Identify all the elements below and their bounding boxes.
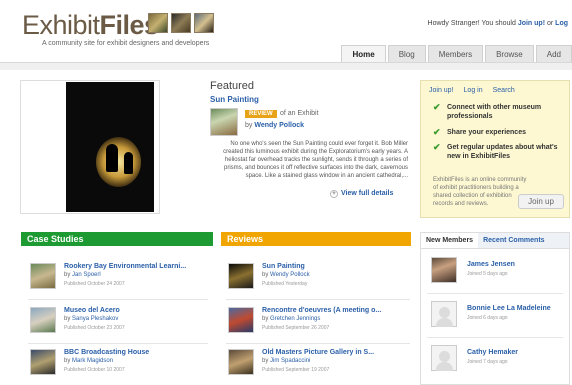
case-study-date: Published October 23 2007 (64, 325, 125, 331)
join-up-link[interactable]: Join up! (518, 20, 545, 27)
review-item[interactable]: Old Masters Picture Gallery in S... by J… (228, 349, 408, 385)
review-author[interactable]: Wendy Pollock (270, 272, 310, 278)
site-tagline: A community site for exhibit designers a… (42, 40, 210, 47)
logo-thumbnail-image (194, 13, 214, 33)
join-box-links: Join up! Log in Search (429, 87, 515, 94)
case-study-thumbnail[interactable] (30, 307, 56, 333)
logo-thumbnail-image (148, 13, 168, 33)
review-item[interactable]: Rencontre d'oeuvres (A meeting o... by G… (228, 307, 408, 345)
join-up-button[interactable]: Join up (518, 194, 564, 209)
member-item[interactable]: Cathy Hemaker Joined 7 days ago (431, 345, 567, 385)
log-in-link[interactable]: Log in (464, 87, 483, 94)
tab-blog[interactable]: Blog (387, 45, 426, 62)
members-panel-tabs: New Members Recent Comments (421, 233, 569, 249)
view-full-details-link[interactable]: + View full details (330, 190, 393, 198)
review-title[interactable]: Old Masters Picture Gallery in S... (262, 349, 374, 356)
tab-home[interactable]: Home (341, 45, 386, 62)
badge-suffix: of an Exhibit (280, 110, 319, 117)
featured-author-link[interactable]: Wendy Pollock (254, 122, 304, 129)
case-study-author[interactable]: Mark Magidson (72, 358, 113, 364)
member-name[interactable]: James Jensen (467, 261, 515, 268)
case-study-thumbnail[interactable] (30, 263, 56, 289)
case-study-item[interactable]: BBC Broadcasting House by Mark Magidson … (30, 349, 210, 385)
join-benefit-item: ✔ Get regular updates about what's new in… (433, 142, 558, 161)
featured-description: No one who's seen the Sun Painting could… (223, 141, 408, 179)
site-header: ExhibitFiles A community site for exhibi… (0, 0, 572, 62)
review-badge: REVIEW (245, 110, 277, 118)
member-item[interactable]: James Jensen Joined 5 days ago (431, 257, 567, 297)
review-date: Published Yesterday (262, 281, 308, 287)
search-link[interactable]: Search (493, 87, 515, 94)
join-benefit-item: ✔ Share your experiences (433, 127, 526, 137)
review-author[interactable]: Jim Spadaccini (270, 358, 310, 364)
members-panel: New Members Recent Comments James Jensen… (420, 232, 570, 385)
check-icon: ✔ (433, 102, 441, 112)
case-study-title[interactable]: BBC Broadcasting House (64, 349, 149, 356)
case-study-date: Published October 24 2007 (64, 281, 125, 287)
member-item[interactable]: Bonnie Lee La Madeleine Joined 6 days ag… (431, 301, 567, 341)
review-title[interactable]: Sun Painting (262, 263, 305, 270)
greeting-bar: Howdy Stranger! You should Join up! or L… (427, 20, 568, 27)
log-in-link[interactable]: Log (555, 20, 568, 27)
case-study-author[interactable]: Sanya Pleshakov (72, 316, 118, 322)
check-icon: ✔ (433, 142, 441, 152)
case-studies-heading[interactable]: Case Studies (21, 232, 213, 246)
tab-add[interactable]: Add (535, 45, 572, 62)
reviews-heading[interactable]: Reviews (221, 232, 411, 246)
join-benefit-item: ✔ Connect with other museum professionals (433, 102, 542, 121)
review-item[interactable]: Sun Painting by Wendy Pollock Published … (228, 263, 408, 301)
avatar[interactable] (431, 257, 457, 283)
case-study-item[interactable]: Museo del Acero by Sanya Pleshakov Publi… (30, 307, 210, 345)
tab-recent-comments[interactable]: Recent Comments (478, 233, 549, 248)
tab-browse[interactable]: Browse (485, 45, 534, 62)
tab-new-members[interactable]: New Members (421, 233, 479, 248)
avatar[interactable] (431, 345, 457, 371)
case-study-date: Published October 10 2007 (64, 367, 125, 373)
check-icon: ✔ (433, 127, 441, 137)
featured-image[interactable] (66, 82, 154, 212)
case-study-title[interactable]: Museo del Acero (64, 307, 120, 314)
member-joined-date: Joined 6 days ago (467, 315, 508, 321)
join-box: Join up! Log in Search ✔ Connect with oth… (420, 80, 570, 218)
site-logo[interactable]: ExhibitFiles (22, 10, 159, 41)
member-name[interactable]: Cathy Hemaker (467, 349, 518, 356)
case-study-item[interactable]: Rookery Bay Environmental Learni... by J… (30, 263, 210, 301)
case-study-title[interactable]: Rookery Bay Environmental Learni... (64, 263, 186, 270)
plus-icon: + (330, 190, 338, 198)
review-author[interactable]: Gretchen Jennings (270, 316, 320, 322)
tab-members[interactable]: Members (427, 45, 484, 62)
review-thumbnail[interactable] (228, 349, 254, 375)
author-avatar[interactable] (210, 108, 238, 136)
member-joined-date: Joined 7 days ago (467, 359, 508, 365)
review-date: Published September 26 2007 (262, 325, 330, 331)
case-study-author[interactable]: Jan Spoerl (72, 272, 101, 278)
join-up-link[interactable]: Join up! (429, 87, 454, 94)
review-thumbnail[interactable] (228, 307, 254, 333)
review-title[interactable]: Rencontre d'oeuvres (A meeting o... (262, 307, 381, 314)
nav-divider (0, 62, 572, 70)
member-name[interactable]: Bonnie Lee La Madeleine (467, 305, 551, 312)
logo-thumbnails (148, 13, 214, 33)
member-joined-date: Joined 5 days ago (467, 271, 508, 277)
featured-byline: by Wendy Pollock (245, 122, 305, 129)
avatar[interactable] (431, 301, 457, 327)
featured-title-link[interactable]: Sun Painting (210, 95, 259, 104)
featured-heading: Featured (210, 80, 255, 92)
review-thumbnail[interactable] (228, 263, 254, 289)
review-date: Published September 19 2007 (262, 367, 330, 373)
case-study-thumbnail[interactable] (30, 349, 56, 375)
main-nav-tabs: Home Blog Members Browse Add (341, 45, 572, 62)
logo-thumbnail-image (171, 13, 191, 33)
